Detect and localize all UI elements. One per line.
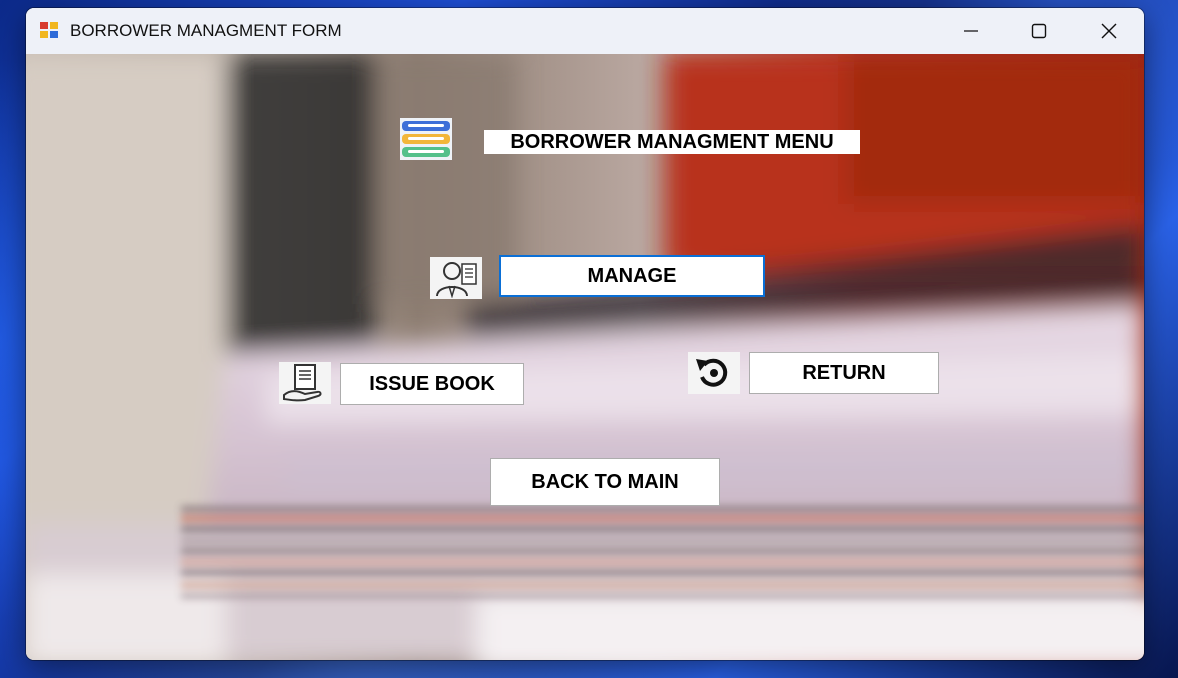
- maximize-icon: [1031, 23, 1047, 39]
- issue-book-button[interactable]: ISSUE BOOK: [340, 363, 524, 405]
- undo-arrow-icon[interactable]: [688, 352, 740, 394]
- minimize-icon: [964, 30, 978, 32]
- minimize-button[interactable]: [936, 8, 1006, 54]
- close-button[interactable]: [1074, 8, 1144, 54]
- menu-title-label: BORROWER MANAGMENT MENU: [484, 130, 860, 154]
- close-icon: [1101, 23, 1117, 39]
- title-bar[interactable]: BORROWER MANAGMENT FORM: [26, 8, 1144, 54]
- form-body: BORROWER MANAGMENT MENU MANAGE ISSUE BOO…: [26, 54, 1144, 660]
- manage-button[interactable]: MANAGE: [499, 255, 765, 297]
- return-button[interactable]: RETURN: [749, 352, 939, 394]
- back-to-main-button[interactable]: BACK TO MAIN: [490, 458, 720, 506]
- books-stack-icon: [400, 118, 452, 160]
- window-title: BORROWER MANAGMENT FORM: [70, 21, 342, 40]
- maximize-button[interactable]: [1004, 8, 1074, 54]
- app-window: BORROWER MANAGMENT FORM BORROWER MANAGME…: [26, 8, 1144, 660]
- user-contact-icon[interactable]: [430, 257, 482, 299]
- app-form-icon: [40, 22, 60, 40]
- hand-document-icon[interactable]: [279, 362, 331, 404]
